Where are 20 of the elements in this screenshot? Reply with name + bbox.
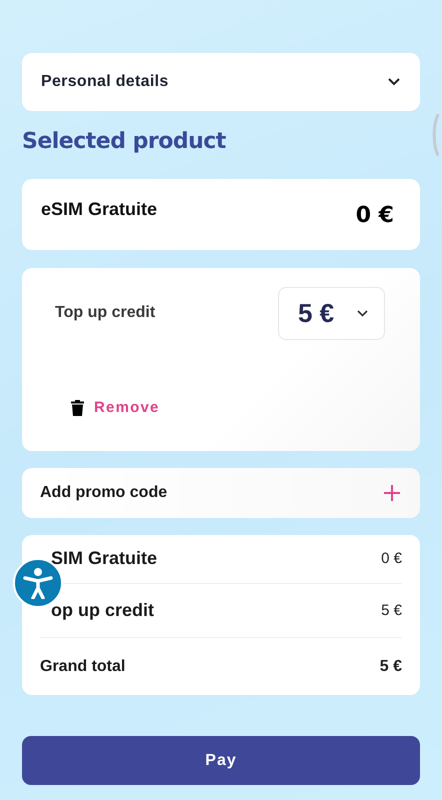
top-up-label: Top up credit [55,304,156,322]
amount-select[interactable]: 5 € [278,287,385,340]
chevron-icon [357,310,368,317]
scroll-handle-icon[interactable] [431,114,439,156]
promo-code-toggle[interactable]: Add promo code [22,468,420,518]
remove-link[interactable]: Remove [94,399,160,416]
total-label: Grand total [40,658,126,676]
personal-details-accordion[interactable]: Personal details [22,53,420,111]
product-name: eSIM Gratuite [41,199,158,221]
summary-value: 5 € [381,602,402,620]
total-value: 5 € [380,658,402,676]
accessibility-icon [23,567,53,599]
section-heading: Selected product [22,128,227,156]
summary-label: op up credit [51,600,154,622]
summary-value: 0 € [381,550,402,568]
trash-icon[interactable] [71,400,84,416]
pay-button[interactable]: Pay [22,736,420,785]
product-price: 0 € [356,203,394,229]
plus-icon [384,485,400,501]
summary-label: SIM Gratuite [51,548,158,570]
